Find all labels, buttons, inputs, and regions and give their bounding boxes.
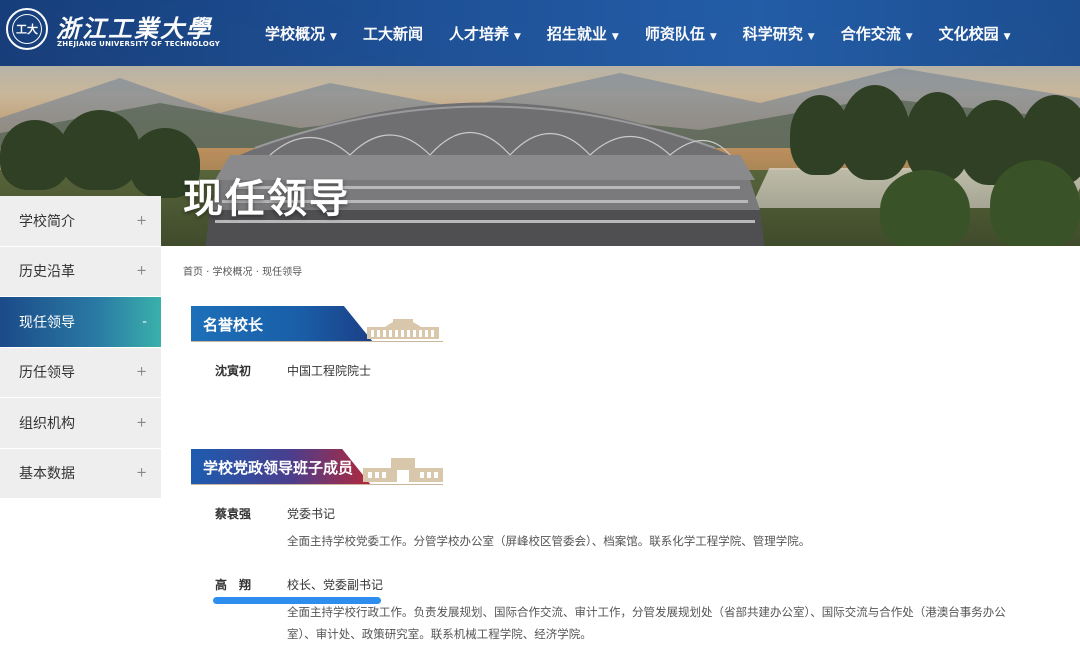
main-nav: 学校概况 ▼ 工大新闻 人才培养 ▼ 招生就业 ▼ 师资队伍 ▼ 科学研究 ▼ 合作交流 ▼… xyxy=(265,0,1037,66)
person-title: 校长、党委副书记 xyxy=(287,578,384,592)
person-name: 高 翔 xyxy=(215,578,252,592)
nav-item-admissions[interactable]: 招生就业 ▼ xyxy=(547,23,619,44)
sidebar-item-introduction[interactable]: 学校简介 + xyxy=(0,196,161,247)
sidebar-item-former-leaders[interactable]: 历任领导 + xyxy=(0,347,161,398)
university-name-cn[interactable]: 浙江工業大學 xyxy=(56,9,212,44)
person-duty: 全面主持学校行政工作。负责发展规划、国际合作交流、审计工作，分管发展规划处（省部… xyxy=(287,605,1006,641)
building-icon xyxy=(363,458,443,482)
chevron-down-icon: ▼ xyxy=(709,31,717,42)
top-navigation-bar: 工大 浙江工業大學 ZHEJIANG UNIVERSITY OF TECHNOL… xyxy=(0,0,1080,66)
person-name: 沈寅初 xyxy=(215,364,252,378)
nav-item-research[interactable]: 科学研究 ▼ xyxy=(743,23,815,44)
page-title: 现任领导 xyxy=(183,176,351,222)
collapse-icon[interactable]: - xyxy=(142,314,147,329)
chevron-down-icon: ▼ xyxy=(513,31,521,42)
breadcrumb[interactable]: 首页 · 学校概况 · 现任领导 xyxy=(183,263,302,278)
section-title: 名誉校长 xyxy=(191,306,373,342)
sidebar-item-history[interactable]: 历史沿革 + xyxy=(0,246,161,297)
section-header-leadership-team: 学校党政领导班子成员 xyxy=(191,449,443,485)
nav-item-cooperation[interactable]: 合作交流 ▼ xyxy=(841,23,913,44)
person-title: 中国工程院院士 xyxy=(287,364,372,378)
nav-item-faculty[interactable]: 师资队伍 ▼ xyxy=(645,23,717,44)
expand-icon[interactable]: + xyxy=(136,264,147,279)
nav-item-news[interactable]: 工大新闻 xyxy=(363,23,423,44)
nav-item-campus-culture[interactable]: 文化校园 ▼ xyxy=(939,23,1011,44)
person-duty: 全面主持学校党委工作。分管学校办公室（屏峰校区管委会）、档案馆。联系化学工程学院… xyxy=(287,534,811,548)
sidebar-item-basic-data[interactable]: 基本数据 + xyxy=(0,448,161,499)
chevron-down-icon: ▼ xyxy=(905,31,913,42)
expand-icon[interactable]: + xyxy=(136,213,147,228)
expand-icon[interactable]: + xyxy=(136,365,147,380)
chevron-down-icon: ▼ xyxy=(1003,31,1011,42)
section-title: 学校党政领导班子成员 xyxy=(191,449,371,485)
expand-icon[interactable]: + xyxy=(136,466,147,481)
sidebar-item-organization[interactable]: 组织机构 + xyxy=(0,398,161,449)
expand-icon[interactable]: + xyxy=(136,415,147,430)
person-name: 蔡袁强 xyxy=(215,507,252,521)
sidebar-item-current-leaders[interactable]: 现任领导 - xyxy=(0,297,161,348)
section-divider xyxy=(191,484,443,485)
chevron-down-icon: ▼ xyxy=(807,31,815,42)
building-icon xyxy=(367,319,439,339)
university-seal-logo[interactable]: 工大 xyxy=(6,8,48,50)
section-header-honorary-president: 名誉校长 xyxy=(191,306,443,342)
chevron-down-icon: ▼ xyxy=(611,31,619,42)
section-divider xyxy=(191,341,443,342)
sidebar: 学校简介 + 历史沿革 + 现任领导 - 历任领导 + 组织机构 + 基本数据 + xyxy=(0,196,161,499)
chevron-down-icon: ▼ xyxy=(330,31,337,42)
university-name-en: ZHEJIANG UNIVERSITY OF TECHNOLOGY xyxy=(57,40,220,48)
nav-item-school-overview[interactable]: 学校概况 ▼ xyxy=(265,23,337,44)
person-title: 党委书记 xyxy=(287,507,336,521)
nav-item-education[interactable]: 人才培养 ▼ xyxy=(449,23,521,44)
